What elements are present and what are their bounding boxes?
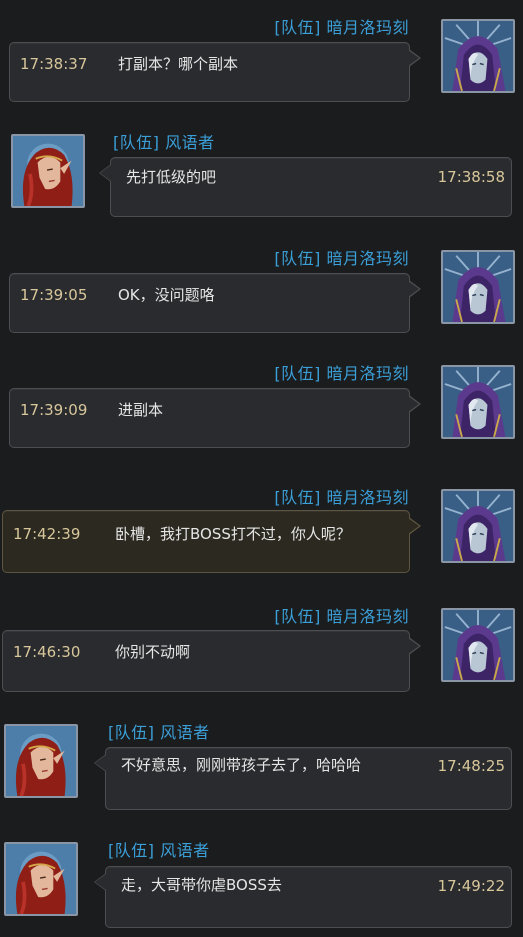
message-bubble: 先打低级的吧 17:38:58 (99, 157, 512, 217)
message-bubble: 17:39:09 进副本 (9, 388, 421, 448)
timestamp: 17:38:58 (437, 168, 505, 186)
hooded-mage-avatar[interactable] (441, 19, 515, 93)
message-bubble: 不好意思，刚刚带孩子去了，哈哈哈 17:48:25 (94, 747, 512, 810)
timestamp: 17:46:30 (13, 643, 81, 661)
hooded-mage-avatar[interactable] (441, 365, 515, 439)
sender-name[interactable]: [队伍] 暗月洛玛刻 (274, 245, 409, 269)
sender-name[interactable]: [队伍] 暗月洛玛刻 (274, 14, 409, 38)
hooded-mage-avatar[interactable] (441, 489, 515, 563)
hooded-mage-avatar[interactable] (441, 250, 515, 324)
sender-name[interactable]: [队伍] 暗月洛玛刻 (274, 603, 409, 627)
sender-name[interactable]: [队伍] 风语者 (113, 129, 215, 153)
message-text: 先打低级的吧 (126, 168, 217, 186)
sender-name[interactable]: [队伍] 风语者 (108, 719, 210, 743)
message-text: 你别不动啊 (115, 643, 191, 661)
hooded-mage-avatar[interactable] (441, 608, 515, 682)
message-text: 打副本？哪个副本 (118, 55, 239, 73)
red-haired-elf-avatar[interactable] (4, 724, 78, 798)
message-bubble: 17:42:39 卧槽，我打BOSS打不过，你人呢？ (2, 510, 421, 573)
sender-name[interactable]: [队伍] 暗月洛玛刻 (274, 360, 409, 384)
sender-name[interactable]: [队伍] 暗月洛玛刻 (274, 484, 409, 508)
sender-name[interactable]: [队伍] 风语者 (108, 837, 210, 861)
timestamp: 17:42:39 (13, 525, 81, 543)
timestamp: 17:39:09 (20, 401, 88, 419)
message-text: OK，没问题咯 (118, 286, 215, 304)
message-text: 走，大哥带你虐BOSS去 (121, 876, 282, 894)
message-text: 不好意思，刚刚带孩子去了，哈哈哈 (121, 756, 362, 774)
timestamp: 17:39:05 (20, 286, 88, 304)
message-bubble: 17:46:30 你别不动啊 (2, 630, 421, 692)
timestamp: 17:38:37 (20, 55, 88, 73)
red-haired-elf-avatar[interactable] (4, 842, 78, 916)
red-haired-elf-avatar[interactable] (11, 134, 85, 208)
message-bubble: 17:38:37 打副本？哪个副本 (9, 42, 421, 102)
message-text: 卧槽，我打BOSS打不过，你人呢？ (115, 525, 351, 543)
timestamp: 17:49:22 (437, 877, 505, 895)
message-text: 进副本 (118, 401, 164, 419)
timestamp: 17:48:25 (437, 757, 505, 775)
message-bubble: 17:39:05 OK，没问题咯 (9, 273, 421, 333)
message-bubble: 走，大哥带你虐BOSS去 17:49:22 (94, 866, 512, 928)
